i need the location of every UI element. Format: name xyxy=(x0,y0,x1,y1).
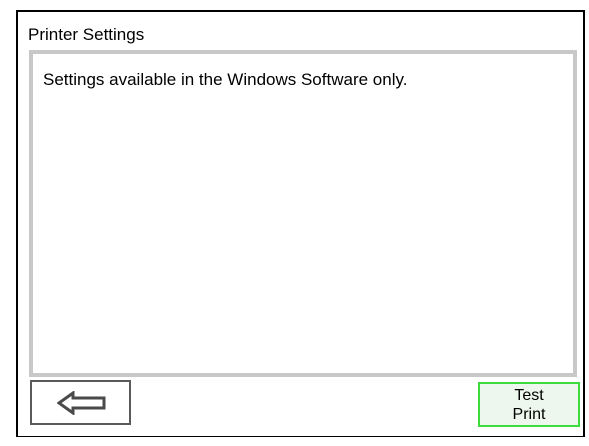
screen-title: Printer Settings xyxy=(28,25,145,44)
settings-message: Settings available in the Windows Softwa… xyxy=(43,70,408,89)
test-print-label-line1: Test xyxy=(514,387,544,404)
test-print-label-line2: Print xyxy=(512,406,546,423)
left-arrow-icon xyxy=(57,391,106,415)
printer-settings-screen: Printer Settings Settings available in t… xyxy=(16,10,585,437)
back-button[interactable] xyxy=(30,380,131,425)
settings-content-panel: Settings available in the Windows Softwa… xyxy=(29,50,577,377)
test-print-button[interactable]: Test Print xyxy=(478,382,580,427)
